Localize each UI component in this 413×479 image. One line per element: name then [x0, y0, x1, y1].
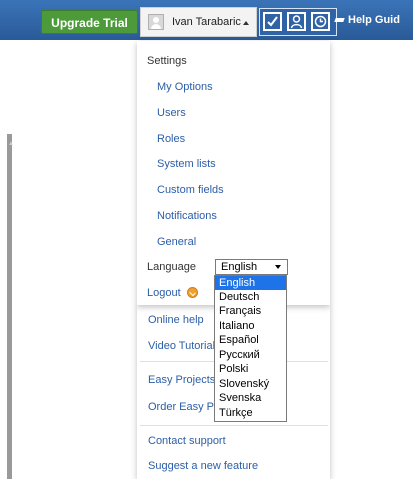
clock-icon[interactable] — [311, 12, 330, 31]
menu-item-users[interactable]: Users — [157, 107, 186, 119]
language-option-francais[interactable]: Français — [215, 304, 286, 318]
menu-item-roles[interactable]: Roles — [157, 133, 185, 145]
language-option-turkce[interactable]: Türkçe — [215, 406, 286, 420]
language-option-espanol[interactable]: Español — [215, 333, 286, 347]
user-name: Ivan Tarabaric — [172, 16, 241, 28]
language-options-list: English Deutsch Français Italiano Españo… — [214, 275, 287, 422]
help-guide-link[interactable]: Help Guid — [334, 14, 400, 26]
menu-item-system-lists[interactable]: System lists — [157, 158, 216, 170]
online-help-link[interactable]: Online help — [148, 314, 204, 326]
language-option-english[interactable]: English — [215, 276, 286, 290]
logout-icon — [187, 287, 198, 298]
help-guide-label: Help Guid — [348, 14, 400, 26]
check-icon[interactable] — [263, 12, 282, 31]
user-menu-button[interactable]: Ivan Tarabaric — [140, 7, 257, 37]
order-easy-projects-link[interactable]: Order Easy Pr — [148, 401, 218, 413]
graduation-cap-icon — [334, 18, 345, 22]
avatar-icon — [148, 14, 164, 30]
language-select[interactable]: English — [215, 259, 288, 275]
menu-item-general[interactable]: General — [157, 236, 196, 248]
language-select-value: English — [221, 261, 258, 273]
logout-link[interactable]: Logout — [147, 287, 181, 299]
caret-up-icon — [243, 21, 249, 25]
chevron-down-icon — [275, 265, 281, 269]
scroll-up-arrow-icon[interactable]: ▲ — [8, 141, 14, 147]
video-tutorials-link[interactable]: Video Tutorials — [148, 340, 221, 352]
menu-item-my-options[interactable]: My Options — [157, 81, 213, 93]
settings-heading: Settings — [147, 55, 187, 67]
suggest-feature-link[interactable]: Suggest a new feature — [148, 460, 258, 472]
upgrade-trial-button[interactable]: Upgrade Trial — [41, 10, 138, 34]
contact-support-link[interactable]: Contact support — [148, 435, 226, 447]
language-option-svenska[interactable]: Svenska — [215, 391, 286, 405]
menu-item-custom-fields[interactable]: Custom fields — [157, 184, 224, 196]
easy-projects-link[interactable]: Easy Projects — [148, 374, 215, 386]
menu-item-notifications[interactable]: Notifications — [157, 210, 217, 222]
person-icon[interactable] — [287, 12, 306, 31]
language-option-russian[interactable]: Русский — [215, 348, 286, 362]
page-scrollbar[interactable] — [7, 134, 12, 479]
language-label: Language — [147, 261, 196, 273]
language-option-italiano[interactable]: Italiano — [215, 319, 286, 333]
language-option-deutsch[interactable]: Deutsch — [215, 290, 286, 304]
language-option-slovensky[interactable]: Slovenský — [215, 377, 286, 391]
menu-divider — [140, 425, 328, 426]
settings-dropdown: Settings My Options Users Roles System l… — [137, 41, 330, 305]
language-option-polski[interactable]: Polski — [215, 362, 286, 376]
